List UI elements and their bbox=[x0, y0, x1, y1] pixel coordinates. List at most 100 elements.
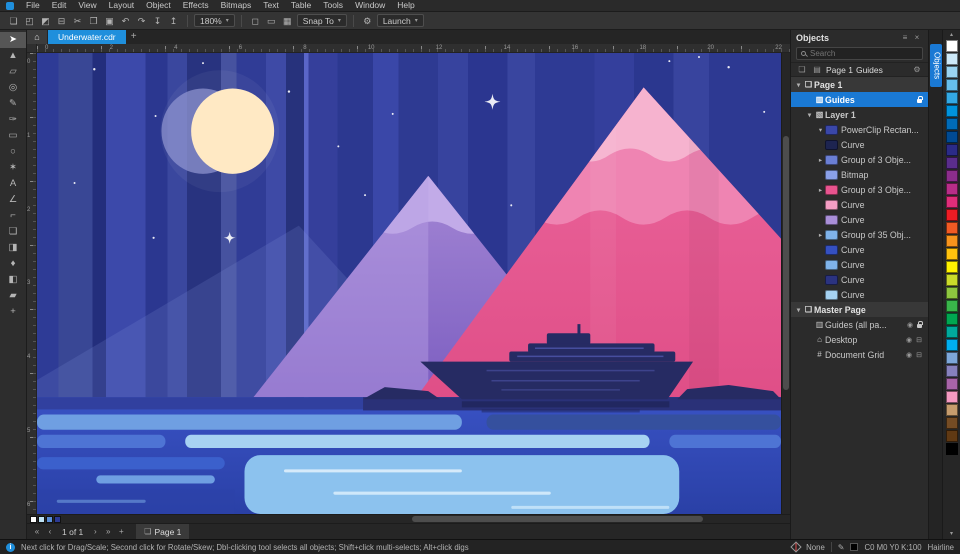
tree-row[interactable]: ▾ ▧ Layer 1 bbox=[791, 107, 928, 122]
page-tab[interactable]: ❏ Page 1 bbox=[136, 524, 190, 539]
launch-dropdown[interactable]: Launch ▾ bbox=[376, 14, 424, 27]
smart-fill-tool[interactable]: ▰ bbox=[0, 288, 26, 304]
menu-item[interactable]: Text bbox=[257, 0, 285, 11]
color-swatch[interactable] bbox=[945, 404, 958, 416]
tree-row[interactable]: Curve bbox=[791, 242, 928, 257]
color-swatch[interactable] bbox=[945, 196, 958, 208]
tree-row[interactable]: ▥ Guides (all pa... ◉ bbox=[791, 317, 928, 332]
welcome-screen-tab[interactable]: ⌂ bbox=[27, 30, 47, 44]
visibility-eye-icon[interactable]: ◉ bbox=[904, 351, 914, 359]
options-icon[interactable]: ⚙ bbox=[360, 14, 375, 28]
color-eyedropper-tool[interactable]: ♦ bbox=[0, 256, 26, 272]
document-color-swatch[interactable] bbox=[30, 515, 37, 523]
tree-row[interactable]: ▸ Group of 3 Obje... bbox=[791, 152, 928, 167]
shape-tool[interactable]: ▲ bbox=[0, 48, 26, 64]
tree-row[interactable]: ▾ ❏ Page 1 bbox=[791, 77, 928, 92]
snap-to-dropdown[interactable]: Snap To ▾ bbox=[296, 14, 347, 27]
outline-color-indicator[interactable] bbox=[850, 543, 859, 551]
horizontal-scrollbar[interactable] bbox=[64, 515, 790, 523]
expander-icon[interactable]: ▾ bbox=[794, 306, 803, 314]
transparency-tool[interactable]: ◨ bbox=[0, 240, 26, 256]
color-swatch[interactable] bbox=[945, 391, 958, 403]
lock-icon[interactable] bbox=[915, 319, 924, 330]
document-tab[interactable]: Underwater.cdr bbox=[48, 30, 126, 44]
color-swatch[interactable] bbox=[945, 105, 958, 117]
tree-row[interactable]: Curve bbox=[791, 197, 928, 212]
full-screen-preview-icon[interactable]: ◻ bbox=[248, 14, 263, 28]
tree-row[interactable]: ▸ Group of 3 Obje... bbox=[791, 182, 928, 197]
print-icon[interactable]: ⊟ bbox=[54, 14, 69, 28]
pick-tool[interactable]: ➤ bbox=[0, 32, 26, 48]
menu-item[interactable]: Bitmaps bbox=[215, 0, 258, 11]
tree-row[interactable]: Curve bbox=[791, 257, 928, 272]
menu-item[interactable]: View bbox=[72, 0, 102, 11]
tree-row[interactable]: # Document Grid ◉ ⊟ bbox=[791, 347, 928, 362]
color-swatch[interactable] bbox=[945, 378, 958, 390]
expander-icon[interactable]: ▸ bbox=[816, 231, 825, 239]
visibility-eye-icon[interactable]: ◉ bbox=[905, 321, 915, 329]
color-swatch[interactable] bbox=[945, 430, 958, 442]
menu-item[interactable]: Tools bbox=[317, 0, 349, 11]
palette-scroll-up-icon[interactable]: ▴ bbox=[950, 31, 953, 39]
rectangle-tool[interactable]: ▭ bbox=[0, 128, 26, 144]
crop-tool[interactable]: ▱ bbox=[0, 64, 26, 80]
document-color-swatch[interactable] bbox=[54, 515, 61, 523]
copy-icon[interactable]: ❐ bbox=[86, 14, 101, 28]
color-swatch[interactable] bbox=[945, 365, 958, 377]
layer-settings-icon[interactable]: ⚙ bbox=[911, 65, 923, 74]
menu-item[interactable]: Help bbox=[391, 0, 420, 11]
color-swatch[interactable] bbox=[945, 118, 958, 130]
next-page-icon[interactable]: › bbox=[89, 527, 101, 536]
color-swatch[interactable] bbox=[945, 183, 958, 195]
save-icon[interactable]: ◩ bbox=[38, 14, 53, 28]
color-swatch[interactable] bbox=[945, 92, 958, 104]
color-swatch[interactable] bbox=[945, 261, 958, 273]
color-swatch[interactable] bbox=[945, 443, 958, 455]
add-page-icon[interactable]: + bbox=[115, 527, 127, 536]
prev-page-icon[interactable]: ‹ bbox=[44, 527, 56, 536]
vertical-scrollbar-thumb[interactable] bbox=[783, 135, 789, 390]
tree-row[interactable]: Curve bbox=[791, 287, 928, 302]
color-swatch[interactable] bbox=[945, 40, 958, 52]
import-icon[interactable]: ↧ bbox=[150, 14, 165, 28]
menu-item[interactable]: Effects bbox=[177, 0, 215, 11]
text-tool[interactable]: A bbox=[0, 176, 26, 192]
document-color-swatch[interactable] bbox=[38, 515, 45, 523]
polygon-tool[interactable]: ✶ bbox=[0, 160, 26, 176]
close-docker-icon[interactable]: × bbox=[911, 33, 923, 42]
color-swatch[interactable] bbox=[945, 300, 958, 312]
expander-icon[interactable]: ▸ bbox=[816, 186, 825, 194]
tree-row[interactable]: Curve bbox=[791, 212, 928, 227]
color-swatch[interactable] bbox=[945, 53, 958, 65]
color-swatch[interactable] bbox=[945, 222, 958, 234]
color-swatch[interactable] bbox=[945, 131, 958, 143]
tree-row[interactable]: Curve bbox=[791, 272, 928, 287]
search-box[interactable] bbox=[796, 47, 923, 60]
tree-row[interactable]: ⌂ Desktop ◉ ⊟ bbox=[791, 332, 928, 347]
new-document-tab-button[interactable]: + bbox=[126, 30, 142, 44]
color-swatch[interactable] bbox=[945, 66, 958, 78]
expander-icon[interactable]: ▾ bbox=[805, 111, 814, 119]
parallel-dimension-tool[interactable]: ∠ bbox=[0, 192, 26, 208]
view-options-icon[interactable]: ▤ bbox=[811, 65, 823, 74]
color-swatch[interactable] bbox=[945, 274, 958, 286]
tree-row[interactable]: ▸ Group of 35 Obj... bbox=[791, 227, 928, 242]
new-layer-icon[interactable]: ❏ bbox=[796, 65, 808, 74]
tree-row[interactable]: Curve bbox=[791, 137, 928, 152]
drop-shadow-tool[interactable]: ❏ bbox=[0, 224, 26, 240]
first-page-icon[interactable]: « bbox=[31, 527, 43, 536]
interactive-fill-tool[interactable]: ◧ bbox=[0, 272, 26, 288]
color-swatch[interactable] bbox=[945, 157, 958, 169]
cut-icon[interactable]: ✂ bbox=[70, 14, 85, 28]
expander-icon[interactable]: ▾ bbox=[816, 126, 825, 134]
color-swatch[interactable] bbox=[945, 287, 958, 299]
document-color-swatch[interactable] bbox=[46, 515, 53, 523]
color-swatch[interactable] bbox=[945, 235, 958, 247]
search-input[interactable] bbox=[810, 49, 918, 58]
paste-icon[interactable]: ▣ bbox=[102, 14, 117, 28]
printer-icon[interactable]: ⊟ bbox=[914, 351, 924, 359]
color-swatch[interactable] bbox=[945, 326, 958, 338]
ruler-origin-button[interactable] bbox=[27, 44, 37, 53]
tree-row[interactable]: ▾ ❏ Master Page bbox=[791, 302, 928, 317]
open-icon[interactable]: ◰ bbox=[22, 14, 37, 28]
